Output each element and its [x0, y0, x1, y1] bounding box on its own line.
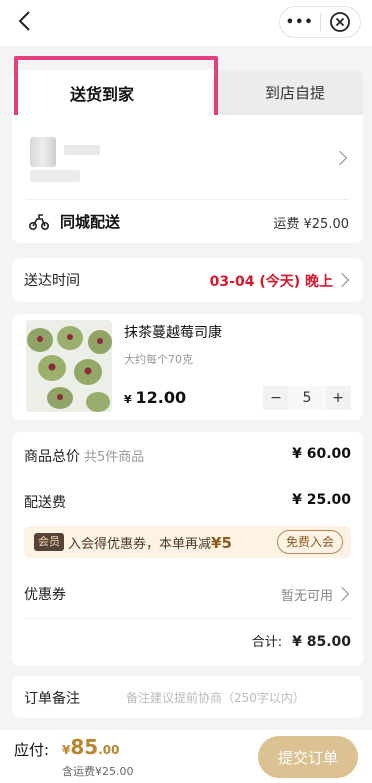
shipping-fee-label: 运费 ¥25.00 [273, 217, 349, 232]
payable-label: 应付: [14, 741, 50, 759]
shipping-fee-value: ¥ 25.00 [292, 492, 351, 508]
decrease-button[interactable]: − [263, 386, 289, 410]
increase-button[interactable]: + [325, 386, 351, 410]
highlight-box [14, 56, 218, 122]
product-image [26, 320, 112, 412]
price-value: 12.00 [135, 388, 187, 407]
product-price: ¥ 12.00 [124, 388, 186, 407]
close-circle-icon [330, 12, 351, 32]
product-name: 抹茶蔓越莓司康 [124, 325, 222, 341]
order-note-input[interactable]: 备注建议提前协商（250字以内） [126, 689, 305, 706]
total-value: ¥ 85.00 [292, 634, 351, 650]
order-note-label: 订单备注 [24, 691, 80, 707]
back-arrow-icon[interactable] [14, 10, 36, 32]
quantity-stepper: − 5 + [263, 386, 351, 410]
chevron-right-icon[interactable] [334, 586, 350, 602]
divider [26, 199, 349, 200]
shipping-fee-row-label: 配送费 [24, 495, 66, 511]
scooter-icon [28, 214, 50, 231]
member-promo-text: 入会得优惠券，本单再减¥5 [68, 533, 232, 552]
delivery-time-row[interactable]: 送达时间 03-04 (今天) 晚上 [12, 258, 363, 302]
mini-program-capsule: ••• [279, 6, 361, 38]
delivery-time-label: 送达时间 [24, 273, 80, 289]
tab-store-pickup[interactable]: 到店自提 [227, 70, 363, 115]
join-member-button[interactable]: 免费入会 [276, 530, 343, 554]
payable-includes-shipping: 含运费¥25.00 [62, 765, 134, 778]
order-note-row[interactable]: 订单备注 备注建议提前协商（250字以内） [12, 676, 363, 718]
blurred-address [30, 170, 80, 182]
product-item: 抹茶蔓越莓司康 大约每个70克 ¥ 12.00 − 5 + [12, 314, 363, 420]
coupon-label: 优惠券 [24, 587, 66, 603]
member-promo-amount: ¥5 [211, 534, 232, 552]
more-menu-button[interactable]: ••• [280, 15, 320, 30]
goods-total-text: 商品总价 [24, 449, 80, 465]
chevron-right-icon [332, 150, 348, 166]
member-badge: 会员 [34, 533, 64, 551]
goods-total-value: ¥ 60.00 [292, 446, 351, 462]
submit-order-button[interactable]: 提交订单 [258, 736, 358, 778]
total-row: 合计: ¥ 85.00 [252, 631, 351, 650]
checkout-bar: 应付: ¥85.00 含运费¥25.00 提交订单 [0, 730, 372, 783]
blurred-address [64, 145, 100, 155]
divider [24, 618, 351, 619]
goods-count: 共5件商品 [84, 450, 145, 465]
member-promo-message: 入会得优惠券，本单再减 [68, 537, 212, 552]
quantity-value[interactable]: 5 [290, 386, 324, 410]
top-nav-bar: ••• [0, 0, 372, 46]
close-mini-program-button[interactable] [320, 11, 360, 33]
payable-amount: ¥85.00 [62, 735, 119, 759]
price-summary-card: 商品总价 共5件商品 ¥ 60.00 配送费 ¥ 25.00 会员 入会得优惠券，… [12, 432, 363, 666]
total-label: 合计: [251, 635, 283, 650]
chevron-right-icon [334, 272, 350, 288]
price-currency: ¥ [124, 393, 132, 406]
address-card[interactable]: 同城配送 运费 ¥25.00 [12, 115, 363, 243]
member-promo-banner: 会员 入会得优惠券，本单再减¥5 免费入会 [24, 526, 351, 558]
product-spec: 大约每个70克 [124, 353, 193, 366]
blurred-address [30, 137, 56, 167]
payable-decimal: .00 [98, 743, 120, 757]
more-dots-icon: ••• [285, 14, 314, 30]
goods-total-label: 商品总价 共5件商品 [24, 446, 144, 466]
payable-integer: 85 [70, 735, 99, 759]
delivery-time-value: 03-04 (今天) 晚上 [209, 274, 333, 290]
delivery-method-title: 同城配送 [60, 213, 121, 231]
coupon-value[interactable]: 暂无可用 [281, 585, 333, 604]
